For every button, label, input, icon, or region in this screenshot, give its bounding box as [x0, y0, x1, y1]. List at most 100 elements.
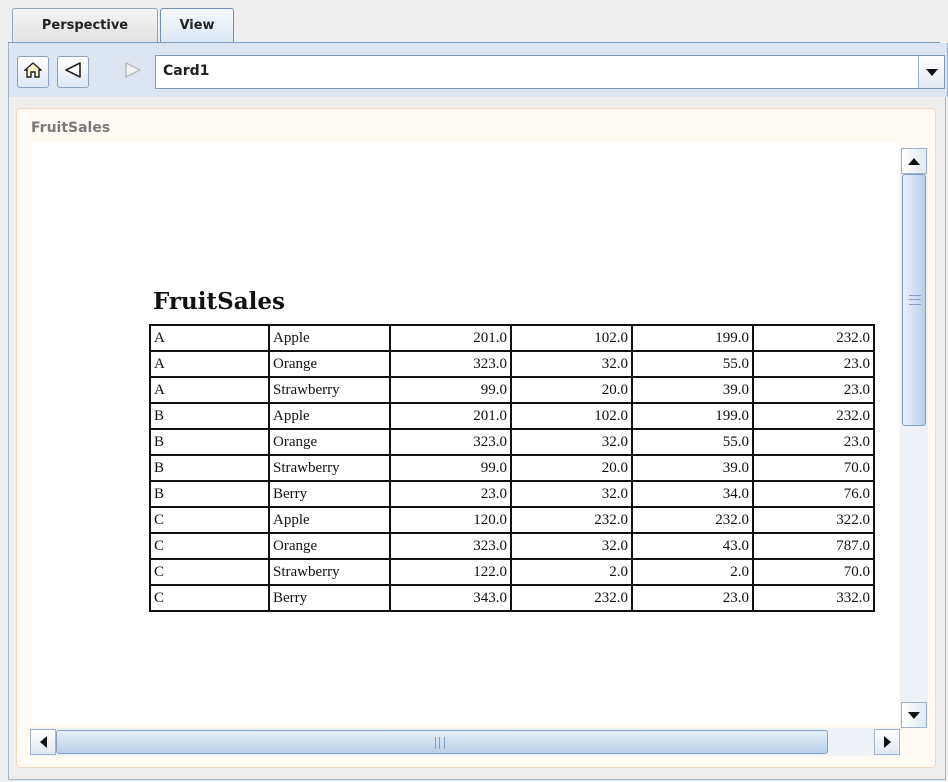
tab-label: View: [179, 18, 215, 33]
tab-label: Perspective: [41, 18, 129, 33]
table-cell: C: [149, 532, 270, 560]
table-cell: 43.0: [631, 532, 754, 560]
table-cell: A: [149, 324, 270, 352]
table-cell: 32.0: [510, 350, 633, 378]
scroll-up-button[interactable]: [901, 148, 927, 174]
home-icon: [23, 61, 43, 83]
navigation-toolbar: Card1: [8, 43, 948, 97]
table-cell: 23.0: [752, 428, 875, 456]
table-cell: 23.0: [752, 376, 875, 404]
horizontal-scroll-thumb[interactable]: [56, 730, 828, 754]
table-cell: 332.0: [752, 584, 875, 612]
table-cell: 232.0: [631, 506, 754, 534]
card-selector-dropdown-button[interactable]: [918, 56, 944, 88]
table-cell: Orange: [268, 428, 391, 456]
forward-arrow-icon: [124, 61, 142, 83]
tab-view[interactable]: View: [160, 8, 234, 42]
table-row: C Apple 120.0 232.0 232.0 322.0: [149, 506, 875, 534]
scroll-left-button[interactable]: [30, 729, 56, 755]
table-cell: 102.0: [510, 402, 633, 430]
table-cell: Strawberry: [268, 558, 391, 586]
table-cell: B: [149, 480, 270, 508]
table-cell: 201.0: [389, 402, 512, 430]
table-row: A Orange 323.0 32.0 55.0 23.0: [149, 350, 875, 378]
table-cell: Berry: [268, 584, 391, 612]
table-cell: 55.0: [631, 350, 754, 378]
table-cell: Apple: [268, 402, 391, 430]
scroll-right-button[interactable]: [874, 729, 900, 755]
home-button[interactable]: [17, 56, 49, 88]
table-cell: Strawberry: [268, 376, 391, 404]
table-cell: 32.0: [510, 480, 633, 508]
table-cell: 201.0: [389, 324, 512, 352]
horizontal-scrollbar[interactable]: [30, 728, 900, 756]
table-cell: Orange: [268, 532, 391, 560]
back-button[interactable]: [57, 56, 89, 88]
table-cell: 23.0: [631, 584, 754, 612]
table-cell: C: [149, 506, 270, 534]
table-cell: 122.0: [389, 558, 512, 586]
arrow-left-icon: [39, 736, 47, 748]
table-row: B Strawberry 99.0 20.0 39.0 70.0: [149, 454, 875, 482]
table-row: B Orange 323.0 32.0 55.0 23.0: [149, 428, 875, 456]
table-cell: 55.0: [631, 428, 754, 456]
card-selector[interactable]: Card1: [155, 55, 945, 89]
table-row: C Orange 323.0 32.0 43.0 787.0: [149, 532, 875, 560]
table-cell: 232.0: [510, 506, 633, 534]
forward-button[interactable]: [117, 56, 149, 88]
table-cell: 70.0: [752, 454, 875, 482]
table-cell: 343.0: [389, 584, 512, 612]
table-cell: Apple: [268, 506, 391, 534]
scroll-down-button[interactable]: [901, 702, 927, 728]
table-cell: 232.0: [752, 324, 875, 352]
arrow-down-icon: [908, 711, 920, 719]
table-cell: 323.0: [389, 428, 512, 456]
table-cell: 199.0: [631, 324, 754, 352]
table-cell: 20.0: [510, 454, 633, 482]
table-cell: 323.0: [389, 532, 512, 560]
table-cell: 34.0: [631, 480, 754, 508]
table-cell: Berry: [268, 480, 391, 508]
table-row: B Apple 201.0 102.0 199.0 232.0: [149, 402, 875, 430]
report-table: A Apple 201.0 102.0 199.0 232.0 A Orange 323.0 32…: [149, 324, 875, 612]
grip-icon: [909, 295, 921, 305]
table-cell: B: [149, 428, 270, 456]
arrow-up-icon: [908, 157, 920, 165]
chevron-down-icon: [925, 68, 938, 76]
tab-bar: Perspective View: [0, 0, 948, 44]
table-cell: 39.0: [631, 454, 754, 482]
table-cell: 23.0: [752, 350, 875, 378]
vertical-scrollbar[interactable]: [900, 148, 928, 728]
table-cell: 2.0: [631, 558, 754, 586]
table-cell: 120.0: [389, 506, 512, 534]
table-cell: 76.0: [752, 480, 875, 508]
table-cell: 2.0: [510, 558, 633, 586]
table-cell: Apple: [268, 324, 391, 352]
table-cell: 232.0: [752, 402, 875, 430]
table-cell: A: [149, 350, 270, 378]
table-row: C Berry 343.0 232.0 23.0 332.0: [149, 584, 875, 612]
back-arrow-icon: [64, 61, 82, 83]
table-cell: 322.0: [752, 506, 875, 534]
table-row: A Strawberry 99.0 20.0 39.0 23.0: [149, 376, 875, 404]
table-cell: B: [149, 402, 270, 430]
table-cell: 232.0: [510, 584, 633, 612]
arrow-right-icon: [883, 736, 891, 748]
table-cell: 32.0: [510, 428, 633, 456]
table-cell: A: [149, 376, 270, 404]
panel-title: FruitSales: [31, 120, 111, 136]
table-cell: 99.0: [389, 454, 512, 482]
tab-perspective[interactable]: Perspective: [12, 8, 158, 42]
table-row: B Berry 23.0 32.0 34.0 76.0: [149, 480, 875, 508]
table-cell: 323.0: [389, 350, 512, 378]
table-cell: Strawberry: [268, 454, 391, 482]
table-cell: 199.0: [631, 402, 754, 430]
table-row: C Strawberry 122.0 2.0 2.0 70.0: [149, 558, 875, 586]
table-cell: 32.0: [510, 532, 633, 560]
table-cell: 23.0: [389, 480, 512, 508]
table-cell: 70.0: [752, 558, 875, 586]
table-cell: 39.0: [631, 376, 754, 404]
table-row: A Apple 201.0 102.0 199.0 232.0: [149, 324, 875, 352]
table-cell: C: [149, 558, 270, 586]
vertical-scroll-thumb[interactable]: [902, 174, 926, 426]
